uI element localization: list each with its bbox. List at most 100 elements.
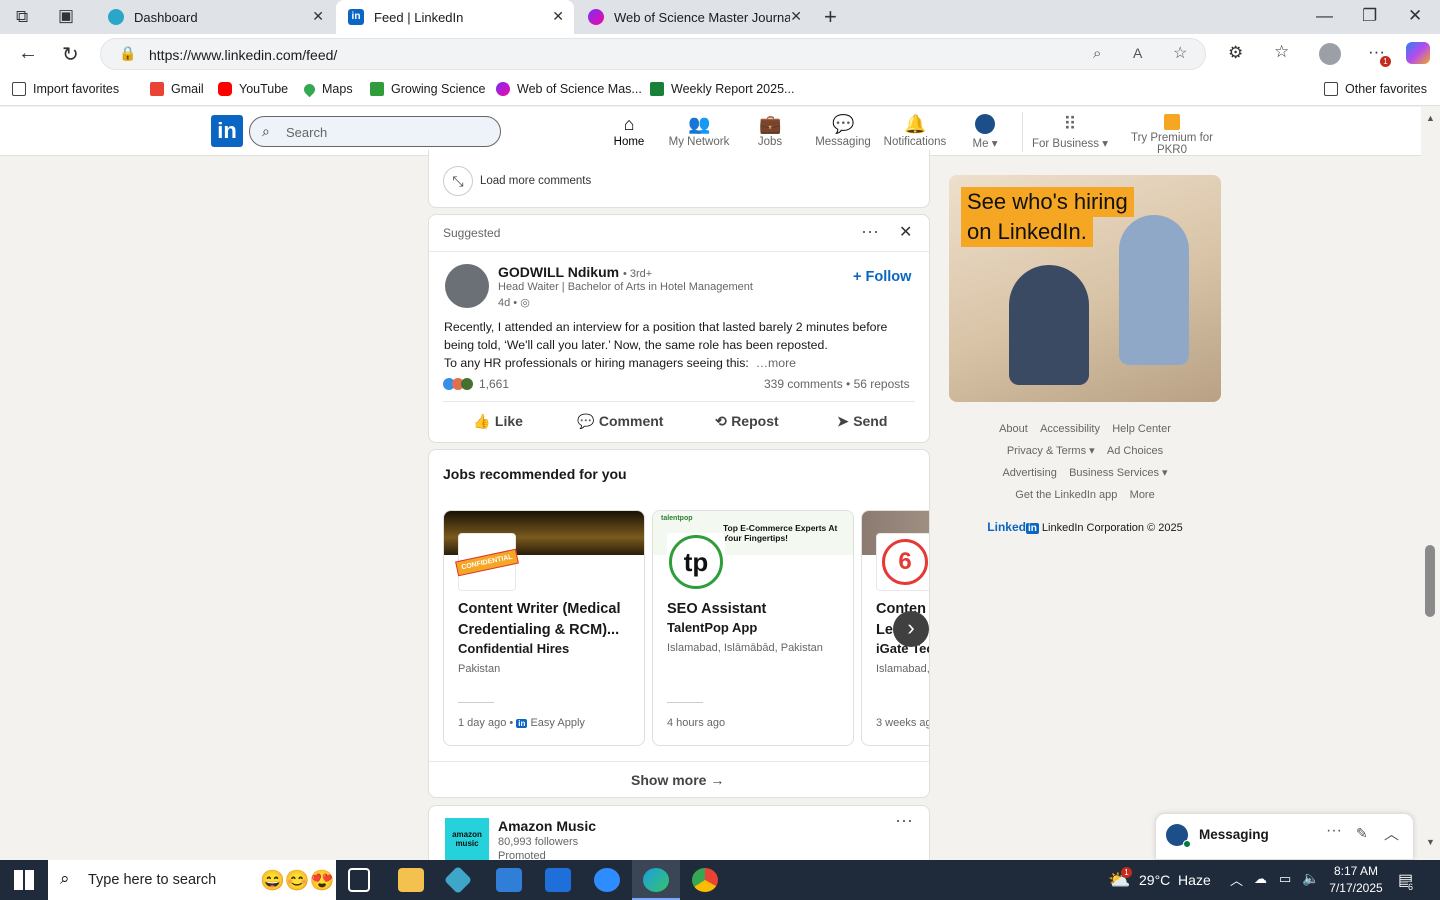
messaging-label[interactable]: Messaging xyxy=(1199,827,1269,842)
job-title[interactable]: SEO Assistant xyxy=(667,599,847,620)
search-input[interactable]: ⌕ Search xyxy=(249,116,501,147)
job-title[interactable]: Content Writer (Medical Credentialing & … xyxy=(458,599,638,641)
nav-me[interactable]: Me ▾ xyxy=(946,108,1024,155)
footer-link-privacy[interactable]: Privacy & Terms ▾ xyxy=(1007,445,1095,457)
workspaces-icon[interactable]: ⧉ xyxy=(16,7,28,27)
author-name-text[interactable]: GODWILL Ndikum xyxy=(498,264,619,280)
chevron-up-icon[interactable]: ︿ xyxy=(1384,823,1399,844)
comments-reposts-count[interactable]: 339 comments • 56 reposts xyxy=(764,377,910,391)
reactions-summary[interactable]: 1,661 xyxy=(443,377,509,391)
author-avatar[interactable] xyxy=(445,264,489,308)
page-scrollbar[interactable]: ▲ ▼ xyxy=(1421,107,1440,860)
read-aloud-icon[interactable]: A xyxy=(1133,45,1142,61)
scroll-up-icon[interactable]: ▲ xyxy=(1426,113,1435,123)
footer-link-advertising[interactable]: Advertising xyxy=(1002,467,1056,479)
nav-for-business[interactable]: ⠿ For Business ▾ xyxy=(1030,108,1110,155)
show-more-button[interactable]: Show more → xyxy=(631,772,724,788)
scroll-down-icon[interactable]: ▼ xyxy=(1426,837,1435,847)
close-tab-icon[interactable]: ✕ xyxy=(552,8,564,25)
copilot-icon[interactable] xyxy=(1406,42,1430,64)
windows-start-icon[interactable] xyxy=(14,870,34,890)
bookmark-youtube[interactable]: YouTube xyxy=(218,82,288,96)
expand-icon[interactable]: ⤡ xyxy=(443,166,473,196)
tab-actions-icon[interactable]: ▣ xyxy=(58,6,74,26)
tab-dashboard[interactable]: Dashboard ✕ xyxy=(96,0,334,34)
send-button[interactable]: ➤ Send xyxy=(837,413,887,431)
bookmark-web-of-science[interactable]: Web of Science Mas... xyxy=(496,82,642,96)
weather-text[interactable]: 29°C Haze xyxy=(1139,872,1211,888)
minimize-icon[interactable]: — xyxy=(1316,6,1333,26)
tab-linkedin[interactable]: in Feed | LinkedIn ✕ xyxy=(336,0,574,34)
footer-link-about[interactable]: About xyxy=(999,423,1028,435)
bookmark-other-favorites[interactable]: Other favorites xyxy=(1324,82,1427,96)
volume-icon[interactable]: 🔈 xyxy=(1302,870,1319,887)
cloud-icon[interactable]: ☁ xyxy=(1254,871,1267,887)
tray-chevron-icon[interactable]: ︿ xyxy=(1230,870,1243,889)
post-options-icon[interactable]: ··· xyxy=(895,810,913,831)
new-tab-icon[interactable]: + xyxy=(824,4,837,30)
nav-try-premium[interactable]: Try Premium for PKR0 xyxy=(1116,108,1228,156)
tab-web-of-science[interactable]: Web of Science Master Journal Li ✕ xyxy=(576,0,812,34)
footer-link-accessibility[interactable]: Accessibility xyxy=(1040,423,1100,435)
bookmark-maps[interactable]: Maps xyxy=(301,81,353,97)
nav-jobs[interactable]: 💼 Jobs xyxy=(731,108,809,155)
refresh-icon[interactable]: ↻ xyxy=(62,42,79,67)
footer-link-get-app[interactable]: Get the LinkedIn app xyxy=(1015,489,1117,501)
carousel-next-button[interactable]: › xyxy=(893,611,929,647)
footer-link-ad-choices[interactable]: Ad Choices xyxy=(1107,445,1163,457)
repost-button[interactable]: ⟲ Repost xyxy=(715,413,779,431)
nav-my-network[interactable]: 👥 My Network xyxy=(660,108,738,155)
edge-icon[interactable] xyxy=(643,868,669,892)
chrome-icon[interactable] xyxy=(692,868,718,892)
messaging-widget[interactable]: Messaging ··· ✎ ︿ xyxy=(1155,813,1414,860)
store-icon[interactable] xyxy=(496,868,522,892)
messaging-options-icon[interactable]: ··· xyxy=(1326,822,1342,840)
mail-icon[interactable] xyxy=(545,868,571,892)
nav-home[interactable]: ⌂ Home xyxy=(590,108,668,155)
bookmark-growing-science[interactable]: Growing Science xyxy=(370,82,486,96)
favorites-icon[interactable]: ☆ xyxy=(1274,42,1289,62)
follow-button[interactable]: + Follow xyxy=(853,269,911,285)
file-explorer-icon[interactable] xyxy=(398,868,424,892)
close-tab-icon[interactable]: ✕ xyxy=(312,8,324,25)
author-name[interactable]: GODWILL Ndikum • 3rd+ xyxy=(498,264,652,280)
task-view-icon[interactable] xyxy=(348,868,370,892)
footer-link-help-center[interactable]: Help Center xyxy=(1112,423,1171,435)
zoom-icon[interactable]: ⌕ xyxy=(1093,45,1101,62)
nav-messaging[interactable]: 💬 Messaging xyxy=(804,108,882,155)
taskbar-search[interactable]: ⌕ Type here to search 😄😊😍 xyxy=(48,860,336,900)
dismiss-post-icon[interactable]: ✕ xyxy=(899,222,912,242)
bookmark-import-favorites[interactable]: Import favorites xyxy=(12,82,119,96)
bookmark-weekly-report[interactable]: Weekly Report 2025... xyxy=(650,82,794,96)
zoom-app-icon[interactable] xyxy=(594,868,620,892)
clock[interactable]: 8:17 AM 7/17/2025 xyxy=(1326,863,1386,897)
see-more-link[interactable]: …more xyxy=(756,356,796,370)
close-tab-icon[interactable]: ✕ xyxy=(790,8,802,25)
back-icon[interactable]: ← xyxy=(18,42,38,65)
network-icon[interactable]: ▭ xyxy=(1279,871,1291,887)
job-card[interactable]: talentpop Top E-Commerce Experts At Your… xyxy=(652,510,854,746)
bookmark-gmail[interactable]: Gmail xyxy=(150,82,204,96)
site-info-icon[interactable]: 🔒 xyxy=(119,45,136,62)
footer-link-business-services[interactable]: Business Services ▾ xyxy=(1069,467,1167,479)
add-favorite-icon[interactable]: ☆ xyxy=(1173,43,1187,63)
profile-avatar[interactable] xyxy=(1319,43,1341,65)
url-text[interactable]: https://www.linkedin.com/feed/ xyxy=(149,47,337,63)
load-more-comments[interactable]: Load more comments xyxy=(480,175,591,187)
close-window-icon[interactable]: ✕ xyxy=(1408,6,1422,26)
amazon-music-logo[interactable]: amazon music xyxy=(445,818,489,860)
job-card[interactable]: CONFIDENTIAL Content Writer (Medical Cre… xyxy=(443,510,645,746)
nav-notifications[interactable]: 🔔 Notifications xyxy=(876,108,954,155)
footer-link-more[interactable]: More xyxy=(1130,489,1155,501)
linkedin-logo[interactable]: in xyxy=(211,115,243,147)
post-options-icon[interactable]: ··· xyxy=(861,221,879,242)
scrollbar-thumb[interactable] xyxy=(1425,545,1435,617)
company-name[interactable]: Amazon Music xyxy=(498,818,596,834)
extensions-icon[interactable]: ⚙ xyxy=(1228,43,1243,63)
compose-icon[interactable]: ✎ xyxy=(1356,825,1368,842)
hiring-ad[interactable]: See who's hiring on LinkedIn. xyxy=(949,175,1221,402)
comment-button[interactable]: 💬 Comment xyxy=(577,413,663,431)
url-bar[interactable]: 🔒 https://www.linkedin.com/feed/ ⌕ A ☆ xyxy=(100,38,1206,70)
restore-icon[interactable]: ❐ xyxy=(1362,6,1377,26)
like-button[interactable]: 👍 Like xyxy=(473,413,523,431)
